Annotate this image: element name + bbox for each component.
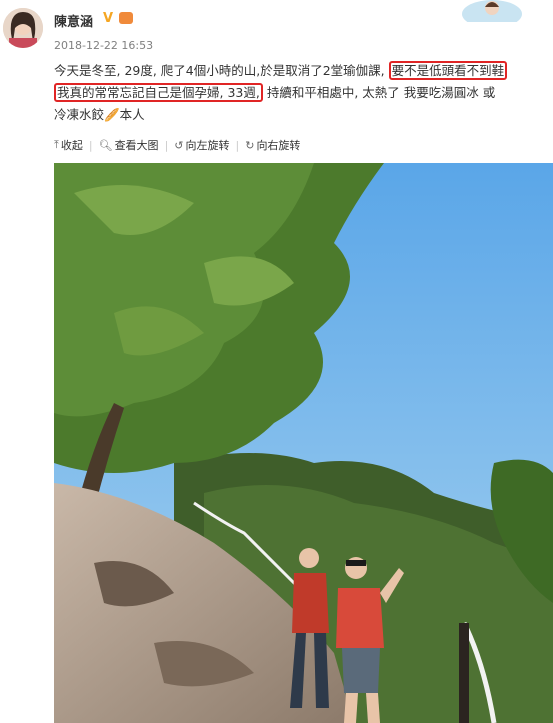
member-badge-icon: [119, 12, 133, 24]
rotate-left-label: 向左旋转: [185, 139, 230, 152]
username[interactable]: 陳意涵: [54, 11, 93, 30]
collapse-button[interactable]: ⤒ 收起: [54, 137, 83, 153]
view-large-button[interactable]: 🔍︎ 查看大图: [99, 137, 159, 153]
rotate-right-button[interactable]: ↻ 向右旋转: [245, 137, 300, 153]
rotate-right-icon: ↻: [245, 138, 255, 152]
divider: |: [164, 138, 169, 152]
rotate-left-icon: ↺: [174, 138, 184, 152]
magnify-icon: 🔍︎: [98, 138, 113, 152]
post-text-part1: 今天是冬至, 29度, 爬了4個小時的山,於是取消了2堂瑜伽課,: [54, 63, 385, 78]
post-text: 今天是冬至, 29度, 爬了4個小時的山,於是取消了2堂瑜伽課, 要不是低頭看不…: [54, 60, 553, 126]
avatar-image: [3, 8, 43, 48]
post-text-part3: 冷凍水餃: [54, 107, 105, 122]
post-text-part2: 持續和平相處中, 太熱了 我要吃湯圓冰 或: [266, 85, 496, 100]
rotate-left-button[interactable]: ↺ 向左旋转: [174, 137, 229, 153]
highlight-box-2: 我真的常常忘記自己是個孕婦, 33週,: [54, 83, 263, 102]
view-large-label: 查看大图: [114, 139, 159, 152]
verified-icon: V: [103, 11, 114, 26]
divider: |: [235, 138, 240, 152]
post-photo[interactable]: [54, 163, 553, 723]
follower-avatar[interactable]: [462, 0, 522, 22]
bread-emoji-icon: 🥖: [104, 107, 120, 122]
hiking-photo: [54, 163, 553, 723]
image-toolbar: ⤒ 收起 | 🔍︎ 查看大图 | ↺ 向左旋转 | ↻ 向右旋转: [54, 136, 300, 154]
highlight-box-1: 要不是低頭看不到鞋: [388, 61, 508, 80]
collapse-label: 收起: [60, 139, 83, 152]
divider: |: [88, 138, 93, 152]
post-text-part4: 本人: [119, 107, 145, 122]
collapse-icon: ⤒: [54, 138, 59, 151]
timestamp[interactable]: 2018-12-22 16:53: [54, 39, 153, 52]
rotate-right-label: 向右旋转: [256, 139, 301, 152]
avatar[interactable]: [3, 8, 43, 48]
